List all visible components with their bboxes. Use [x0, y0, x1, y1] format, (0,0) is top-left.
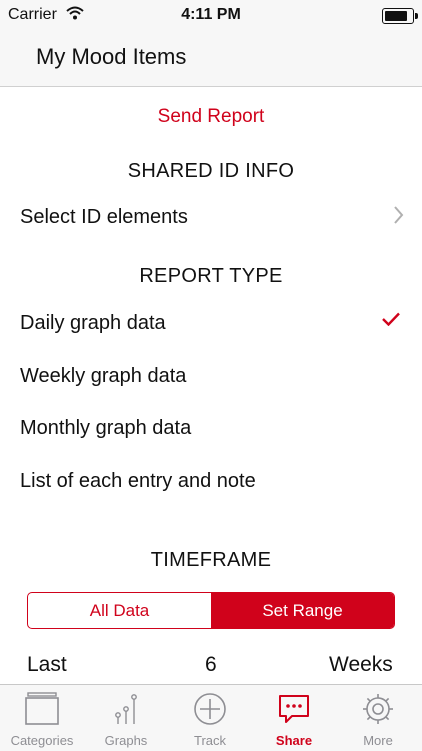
tab-categories[interactable]: Categories [0, 685, 84, 751]
tab-label: More [363, 733, 393, 748]
categories-icon [22, 691, 62, 727]
report-option-weekly[interactable]: Weekly graph data [20, 365, 400, 388]
timeframe-header: TIMEFRAME [150, 549, 272, 571]
tab-more[interactable]: More [336, 685, 420, 751]
tab-label: Share [275, 733, 313, 748]
navigation-bar: My Mood Items [0, 32, 422, 87]
tab-graphs[interactable]: Graphs [84, 685, 168, 751]
report-option-entry-list[interactable]: List of each entry and note [20, 470, 400, 493]
checkmark-icon [382, 312, 400, 331]
range-unit[interactable]: Weeks [329, 653, 393, 677]
segment-all-data[interactable]: All Data [28, 593, 211, 628]
send-report-button[interactable]: Send Report [0, 106, 422, 128]
shared-id-header: SHARED ID INFO [127, 160, 295, 182]
report-type-header: REPORT TYPE [139, 265, 283, 287]
status-bar: Carrier 4:11 PM [0, 0, 422, 32]
tab-label: Track [193, 733, 227, 748]
add-circle-icon [190, 691, 230, 727]
tab-label: Graphs [104, 733, 148, 748]
clock: 4:11 PM [181, 6, 241, 23]
select-id-elements-row[interactable]: Select ID elements [20, 206, 400, 229]
tab-label: Categories [10, 733, 74, 748]
gear-icon [358, 691, 398, 727]
report-option-monthly[interactable]: Monthly graph data [20, 417, 400, 440]
tab-track[interactable]: Track [168, 685, 252, 751]
report-option-daily[interactable]: Daily graph data [20, 312, 400, 335]
segment-set-range[interactable]: Set Range [211, 593, 394, 628]
range-prefix-label: Last [27, 653, 67, 676]
graphs-icon [106, 691, 146, 727]
page-title: My Mood Items [36, 44, 187, 69]
battery-icon [382, 8, 418, 24]
range-value[interactable]: 6 [205, 653, 217, 677]
tab-bar: Categories Graphs Track Share More [0, 684, 422, 751]
share-message-icon [274, 691, 314, 727]
chevron-right-icon [394, 206, 404, 229]
timeframe-segmented-control: All Data Set Range [27, 592, 395, 629]
tab-share[interactable]: Share [252, 685, 336, 751]
